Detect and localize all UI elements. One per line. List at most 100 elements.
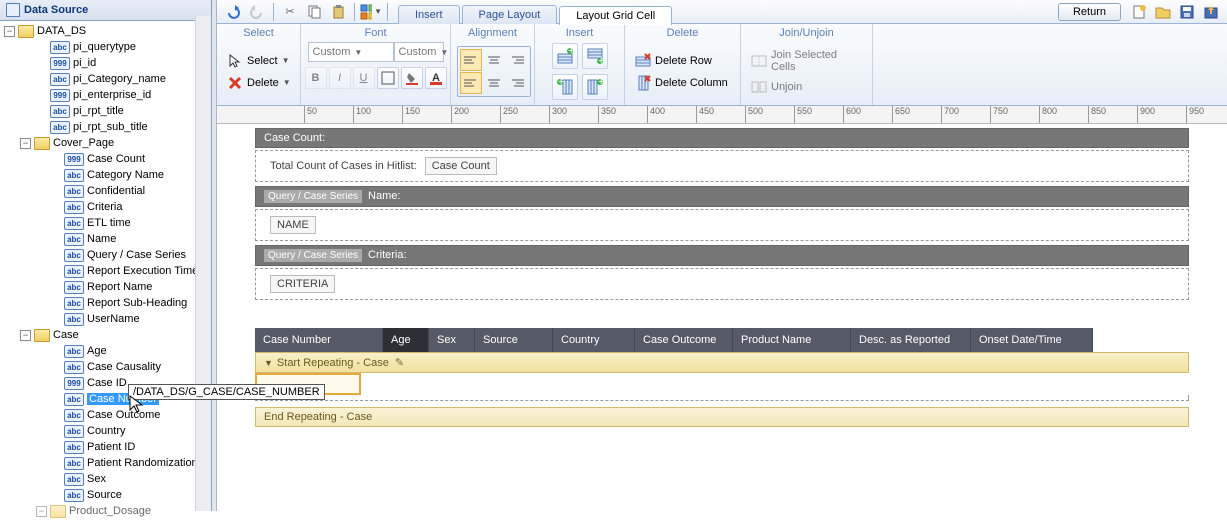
column-header[interactable]: Case Outcome (635, 328, 733, 352)
new-button[interactable] (1128, 2, 1150, 22)
open-button[interactable] (1152, 2, 1174, 22)
tree-item[interactable]: abcUserName (0, 311, 211, 327)
insert-row-below-button[interactable]: + (582, 43, 608, 69)
collapse-icon[interactable]: − (20, 330, 31, 341)
font-size-combo[interactable]: Custom▼ (394, 42, 444, 62)
align-top-center[interactable] (483, 49, 505, 71)
bold-button[interactable]: B (305, 67, 327, 89)
tree-item[interactable]: abcReport Name (0, 279, 211, 295)
expand-icon[interactable]: − (36, 506, 47, 517)
repeating-end-band[interactable]: End Repeating - Case (255, 407, 1189, 427)
tree-item[interactable]: abcAge (0, 343, 211, 359)
column-header[interactable]: Case Number (255, 328, 383, 352)
select-button[interactable]: Select▼ (223, 51, 294, 71)
italic-button[interactable]: I (329, 67, 351, 89)
align-top-left[interactable] (460, 49, 482, 71)
tree-item[interactable]: abcpi_rpt_title (0, 103, 211, 119)
field-criteria[interactable]: CRITERIA (270, 275, 335, 293)
tree-node-cover-page[interactable]: − Cover_Page (0, 135, 211, 151)
band-name-header[interactable]: Query / Case SeriesName: (255, 186, 1189, 207)
font-color-button[interactable]: A (425, 67, 447, 89)
band-criteria-body[interactable]: CRITERIA (255, 268, 1189, 300)
text-type-icon: abc (50, 105, 70, 118)
insert-row-above-button[interactable]: + (552, 43, 578, 69)
tree-node-case[interactable]: − Case (0, 327, 211, 343)
tree-item[interactable]: abcReport Sub-Heading (0, 295, 211, 311)
delete-button[interactable]: Delete▼ (223, 73, 295, 93)
field-case-count[interactable]: Case Count (425, 157, 497, 175)
column-header[interactable]: Desc. as Reported (851, 328, 971, 352)
tree-item[interactable]: abcSex (0, 471, 211, 487)
column-header[interactable]: Product Name (733, 328, 851, 352)
data-source-tree[interactable]: − DATA_DS abcpi_querytype999pi_idabcpi_C… (0, 21, 211, 521)
tree-item[interactable]: abcPatient ID (0, 439, 211, 455)
repeating-start-band[interactable]: ▼Start Repeating - Case✎ (255, 352, 1189, 373)
redo-button[interactable] (246, 2, 268, 22)
insert-column-left-button[interactable]: + (552, 74, 578, 100)
tree-item[interactable]: 999pi_id (0, 55, 211, 71)
align-mid-center[interactable] (483, 72, 505, 94)
layout-canvas[interactable]: Case Count: Total Count of Cases in Hitl… (217, 124, 1227, 511)
layout-options-button[interactable]: ▼ (360, 2, 382, 22)
tree-item[interactable]: abcSource (0, 487, 211, 503)
insert-column-right-button[interactable]: + (582, 74, 608, 100)
tree-item[interactable]: 999pi_enterprise_id (0, 87, 211, 103)
align-mid-right[interactable] (506, 72, 528, 94)
band-criteria-header[interactable]: Query / Case SeriesCriteria: (255, 245, 1189, 266)
tree-node-product-dosage[interactable]: − Product_Dosage (0, 503, 211, 519)
tab-layout-grid-cell[interactable]: Layout Grid Cell (559, 6, 672, 25)
tree-item[interactable]: abcCountry (0, 423, 211, 439)
tree-item[interactable]: abcpi_Category_name (0, 71, 211, 87)
border-button[interactable] (377, 67, 399, 89)
paste-button[interactable] (327, 2, 349, 22)
tab-page-layout[interactable]: Page Layout (462, 5, 558, 24)
tree-item[interactable]: abcName (0, 231, 211, 247)
save-button[interactable] (1176, 2, 1198, 22)
undo-button[interactable] (222, 2, 244, 22)
tree-item[interactable]: abcCriteria (0, 199, 211, 215)
cut-button[interactable]: ✂ (279, 2, 301, 22)
text-type-icon: abc (64, 313, 84, 326)
column-header[interactable]: Onset Date/Time (971, 328, 1093, 352)
pencil-icon[interactable]: ✎ (395, 356, 404, 369)
tree-node-root[interactable]: − DATA_DS (0, 23, 211, 39)
delete-column-button[interactable]: Delete Column (631, 73, 732, 93)
table-header-row[interactable]: Case NumberAgeSexSourceCountryCase Outco… (255, 328, 1189, 352)
export-button[interactable] (1200, 2, 1222, 22)
collapse-icon[interactable]: − (20, 138, 31, 149)
tab-insert[interactable]: Insert (398, 5, 460, 24)
align-top-right[interactable] (506, 49, 528, 71)
tree-item[interactable]: abcReport Execution Time (0, 263, 211, 279)
tree-item[interactable]: abcCategory Name (0, 167, 211, 183)
copy-button[interactable] (303, 2, 325, 22)
column-header[interactable]: Age (383, 328, 429, 352)
text-type-icon: abc (64, 249, 84, 262)
tree-item[interactable]: abcQuery / Case Series (0, 247, 211, 263)
band-case-count-body[interactable]: Total Count of Cases in Hitlist: Case Co… (255, 150, 1189, 182)
return-button[interactable]: Return (1058, 3, 1121, 21)
column-header[interactable]: Source (475, 328, 553, 352)
tree-item[interactable]: abcpi_rpt_sub_title (0, 119, 211, 135)
fill-color-button[interactable] (401, 67, 423, 89)
text-type-icon: abc (64, 233, 84, 246)
band-name-body[interactable]: NAME (255, 209, 1189, 241)
tree-item[interactable]: abcCase Causality (0, 359, 211, 375)
xpath-tooltip: /DATA_DS/G_CASE/CASE_NUMBER (128, 384, 325, 400)
tree-item[interactable]: abcCase Outcome (0, 407, 211, 423)
field-name[interactable]: NAME (270, 216, 316, 234)
column-header[interactable]: Country (553, 328, 635, 352)
tree-item[interactable]: abcPatient Randomization N (0, 455, 211, 471)
collapse-icon[interactable]: − (4, 26, 15, 37)
tree-item[interactable]: abcpi_querytype (0, 39, 211, 55)
delete-row-button[interactable]: Delete Row (631, 51, 716, 71)
column-header[interactable]: Sex (429, 328, 475, 352)
alignment-grid[interactable] (457, 46, 531, 97)
band-case-count-header[interactable]: Case Count: (255, 128, 1189, 148)
tree-scrollbar[interactable] (195, 16, 211, 511)
underline-button[interactable]: U (353, 67, 375, 89)
tree-item[interactable]: 999Case Count (0, 151, 211, 167)
tree-item[interactable]: abcConfidential (0, 183, 211, 199)
align-mid-left[interactable] (460, 72, 482, 94)
tree-item[interactable]: abcETL time (0, 215, 211, 231)
font-family-combo[interactable]: Custom▼ (308, 42, 394, 62)
